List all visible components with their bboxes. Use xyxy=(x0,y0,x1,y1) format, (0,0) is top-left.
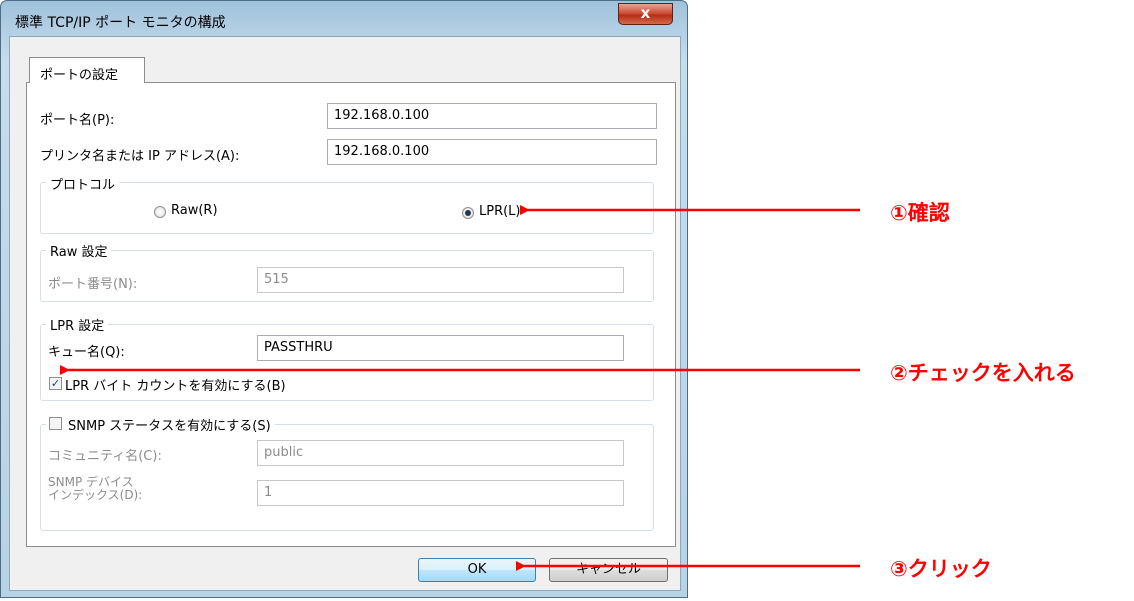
annotation-arrows xyxy=(60,205,860,571)
tab-port-settings[interactable]: ポートの設定 xyxy=(29,57,145,83)
annotation-check: ②チェックを入れる xyxy=(890,361,1076,385)
tab-label: ポートの設定 xyxy=(40,68,119,83)
annotation-confirm: ①確認 xyxy=(890,201,950,225)
annotation-click: ③クリック xyxy=(890,557,992,581)
snmp-checkbox[interactable] xyxy=(49,417,62,430)
